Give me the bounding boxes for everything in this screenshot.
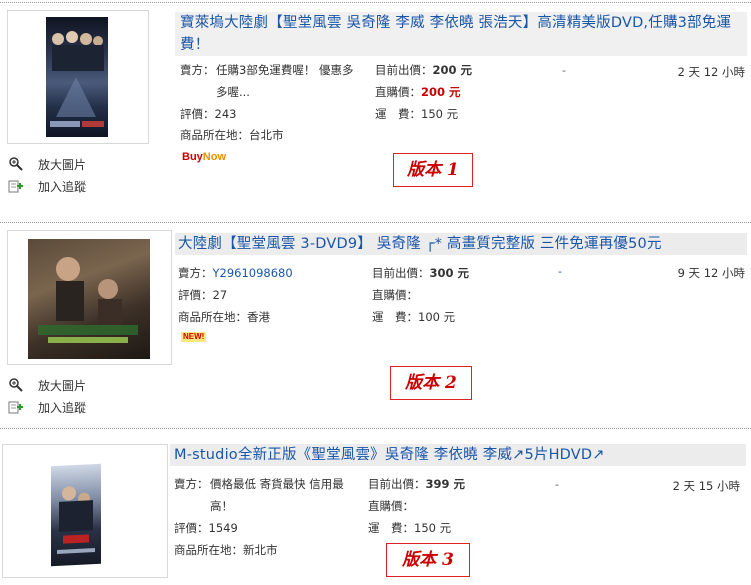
location-1: 商品所在地：台北市 <box>180 128 284 142</box>
seller-2: 賣方：Y2961098680 <box>178 266 293 280</box>
magnifier-icon <box>8 156 24 172</box>
time-left-3: 2 天 15 小時 <box>672 479 740 493</box>
add-to-watchlist-label: 加入追蹤 <box>38 179 87 194</box>
add-to-watchlist-label: 加入追蹤 <box>38 400 87 415</box>
shipping-fee-3: 運 費：150 元 <box>368 521 452 535</box>
seller-name-link-1[interactable]: 任購3部免運費喔！ 優惠多多喔... <box>216 59 364 103</box>
seller-name-link[interactable]: Y2961098680 <box>213 266 293 280</box>
rating-value[interactable]: 27 <box>213 288 228 302</box>
buy-now-price-3: 直購價： <box>368 499 414 513</box>
cover-art-icon <box>38 257 138 343</box>
time-left-1: 2 天 12 小時 <box>677 65 745 79</box>
product-thumbnail-3[interactable] <box>2 444 168 578</box>
cover-art-icon <box>50 31 104 127</box>
buy-now-badge-1: BuyNow <box>182 151 227 163</box>
location-3: 商品所在地：新北市 <box>174 543 278 557</box>
dvd-cover-image-2 <box>28 239 150 359</box>
add-watch-icon <box>8 178 24 194</box>
dvd-cover-image-1 <box>46 17 108 137</box>
listing-title-link-2[interactable]: 大陸劇【聖堂風雲 3-DVD9】 吳奇隆 ┌* 高畫質完整版 三件免運再優50元 <box>178 233 743 255</box>
rating-3: 評價：1549 <box>174 521 238 535</box>
rating-value[interactable]: 243 <box>215 107 237 121</box>
version-label-box-1: 版本 1 <box>393 153 473 187</box>
new-badge-2: NEW! <box>181 332 207 342</box>
enlarge-image-link-1[interactable]: 放大圖片 <box>8 155 86 173</box>
rating-2: 評價：27 <box>178 288 228 302</box>
listing-title-link-1[interactable]: 寶萊塢大陸劇【聖堂風雲 吳奇隆 李威 李依曉 張浩天】高清精美版DVD,任購3部… <box>180 12 745 56</box>
bid-count-1: - <box>562 64 566 77</box>
version-label-box-2: 版本 2 <box>390 366 472 400</box>
product-thumbnail-2[interactable] <box>7 230 172 365</box>
enlarge-image-label: 放大圖片 <box>38 378 87 393</box>
product-thumbnail-1[interactable] <box>7 10 149 144</box>
add-to-watchlist-link-2[interactable]: 加入追蹤 <box>8 398 86 416</box>
current-bid-1: 目前出價：200 元 <box>375 63 473 77</box>
listing-separator-1 <box>0 222 751 223</box>
enlarge-image-link-2[interactable]: 放大圖片 <box>8 376 86 394</box>
cover-art-icon <box>57 486 95 554</box>
current-bid-2: 目前出價：300 元 <box>372 266 470 280</box>
rating-value[interactable]: 1549 <box>209 521 238 535</box>
time-left-2: 9 天 12 小時 <box>677 266 745 280</box>
dvd-cover-image-3 <box>51 463 101 567</box>
listing-separator-2 <box>0 428 751 429</box>
top-separator <box>0 2 751 3</box>
enlarge-image-label: 放大圖片 <box>38 157 87 172</box>
add-watch-icon <box>8 399 24 415</box>
buy-now-price-1: 直購價：200 元 <box>375 85 461 99</box>
buy-now-price-2: 直購價： <box>372 288 418 302</box>
shipping-fee-2: 運 費：100 元 <box>372 310 456 324</box>
bid-count-2: - <box>558 265 562 278</box>
magnifier-icon <box>8 377 24 393</box>
rating-1: 評價：243 <box>180 107 237 121</box>
seller-name-link-3[interactable]: 價格最低 寄貨最快 信用最高！ <box>210 473 358 517</box>
listing-title-link-3[interactable]: M-studio全新正版《聖堂風雲》吳奇隆 李依曉 李威↗5片HDVD↗ <box>174 444 744 466</box>
version-label-box-3: 版本 3 <box>386 543 470 577</box>
shipping-fee-1: 運 費：150 元 <box>375 107 459 121</box>
add-to-watchlist-link-1[interactable]: 加入追蹤 <box>8 177 86 195</box>
location-2: 商品所在地：香港 <box>178 310 270 324</box>
bid-count-3: - <box>555 478 559 491</box>
seller-label-1: 賣方： <box>180 63 215 77</box>
seller-label-3: 賣方： <box>174 477 209 491</box>
current-bid-3: 目前出價：399 元 <box>368 477 466 491</box>
